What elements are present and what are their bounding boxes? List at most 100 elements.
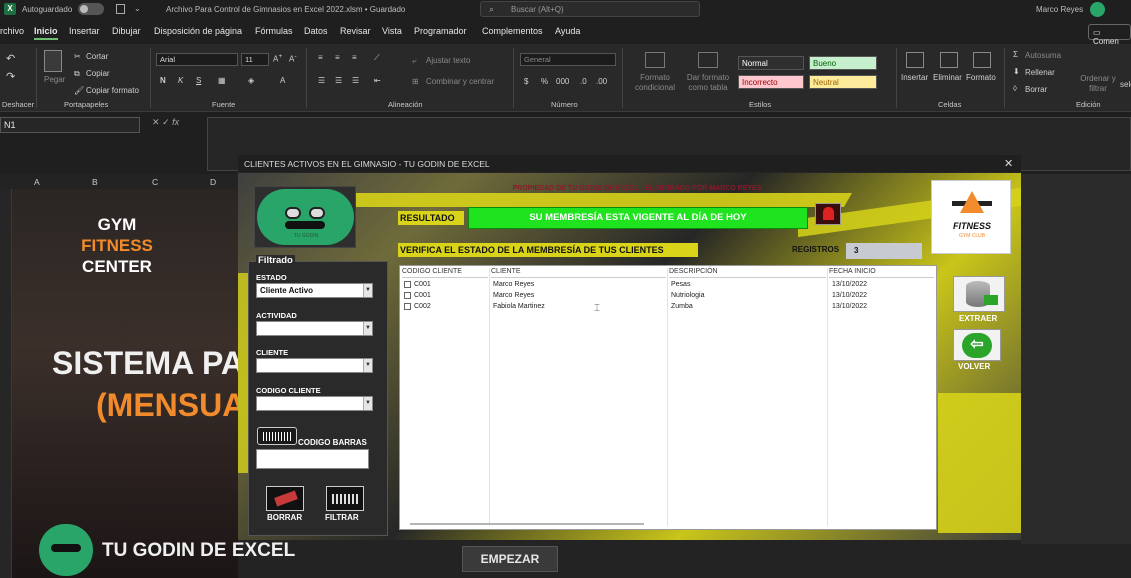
tab-vista[interactable]: Vista [382,26,402,36]
back-arrow-icon[interactable]: ⇦ [953,329,1001,361]
column-header[interactable]: D [210,177,216,187]
column-header[interactable]: B [92,177,98,187]
close-icon[interactable]: ✕ [1004,157,1013,170]
name-box[interactable]: N1 [0,117,140,133]
decrease-decimal-icon[interactable]: .00 [596,77,607,86]
tab-revisar[interactable]: Revisar [340,26,371,36]
tab-inicio[interactable]: Inicio [34,26,58,40]
table-row[interactable]: C002 Fabiola Martinez Zumba 13/10/2022 [400,302,936,313]
insert-cells-button[interactable]: Insertar [901,73,928,82]
autosum-button[interactable]: Autosuma [1025,51,1061,60]
alarm-icon[interactable] [815,203,841,225]
barcode-icon[interactable] [257,427,297,445]
clear-icon[interactable]: ◊ [1013,84,1017,93]
actividad-select[interactable]: ▼ [256,321,373,336]
align-left-icon[interactable]: ☰ [318,76,325,85]
cut-button[interactable]: Cortar [86,52,108,61]
cancel-icon[interactable]: ✕ [152,117,160,127]
merge-center-button[interactable]: Combinar y centrar [426,77,494,86]
copy-icon[interactable]: ⧉ [74,69,80,79]
conditional-format-icon[interactable] [645,52,665,68]
row-checkbox[interactable] [404,303,411,310]
delete-cells-button[interactable]: Eliminar [933,73,962,82]
italic-button[interactable]: K [178,76,183,85]
paste-label[interactable]: Pegar [44,75,65,84]
table-row[interactable]: C001 Marco Reyes Nutriologia 13/10/2022 [400,291,936,302]
tab-dibujar[interactable]: Dibujar [112,26,141,36]
back-button[interactable]: VOLVER [958,362,990,371]
row-checkbox[interactable] [404,281,411,288]
estado-select[interactable]: Cliente Activo ▼ [256,283,373,298]
chevron-down-icon[interactable]: ▼ [363,397,372,410]
align-right-icon[interactable]: ☰ [352,76,359,85]
merge-icon[interactable]: ⊞ [412,77,419,86]
number-format-select[interactable]: General [520,53,616,66]
chevron-down-icon[interactable]: ▼ [363,359,372,372]
style-bueno[interactable]: Bueno [809,56,877,70]
style-normal[interactable]: Normal [738,56,804,70]
apply-filter-button[interactable]: FILTRAR [325,513,359,522]
thousands-icon[interactable]: 000 [556,77,569,86]
tab-formulas[interactable]: Fórmulas [255,26,293,36]
database-icon[interactable] [953,276,1005,312]
clear-filter-button[interactable]: BORRAR [267,513,302,522]
align-center-icon[interactable]: ☰ [335,76,342,85]
horizontal-scrollbar[interactable] [410,523,644,525]
search-box[interactable]: ⌕ Buscar (Alt+Q) [480,1,700,17]
column-header[interactable]: A [34,177,40,187]
style-neutral[interactable]: Neutral [809,75,877,89]
copy-button[interactable]: Copiar [86,69,110,78]
enter-icon[interactable]: ✓ [162,117,170,127]
underline-button[interactable]: S [196,76,201,85]
tab-datos[interactable]: Datos [304,26,328,36]
borders-icon[interactable]: ▦ [218,76,226,85]
font-shrink-icon[interactable]: A- [289,53,297,64]
percent-button[interactable]: % [541,77,548,86]
fill-color-icon[interactable]: ◈ [248,76,254,85]
tab-disposicion[interactable]: Disposición de página [154,26,242,36]
tab-insertar[interactable]: Insertar [69,26,100,36]
fill-icon[interactable]: ⬇ [1013,67,1020,76]
column-header[interactable]: C [152,177,158,187]
start-button[interactable]: EMPEZAR [462,546,558,572]
bold-button[interactable]: N [160,76,166,85]
tab-archivo[interactable]: rchivo [0,26,24,36]
delete-cells-icon[interactable] [940,52,958,68]
save-icon[interactable] [116,4,125,14]
tab-ayuda[interactable]: Ayuda [555,26,580,36]
insert-cells-icon[interactable] [906,52,924,68]
font-color-icon[interactable]: A [280,76,285,85]
filter-icon[interactable] [326,486,364,511]
increase-decimal-icon[interactable]: .0 [580,77,587,86]
cliente-select[interactable]: ▼ [256,358,373,373]
align-middle-icon[interactable]: ≡ [335,53,340,62]
paste-icon[interactable] [44,50,62,72]
customize-qat-icon[interactable]: ⌄ [134,4,141,13]
clear-button[interactable]: Borrar [1025,85,1047,94]
eraser-icon[interactable] [266,486,304,511]
wrap-text-button[interactable]: Ajustar texto [426,56,470,65]
align-bottom-icon[interactable]: ≡ [352,53,357,62]
font-grow-icon[interactable]: A+ [273,53,282,64]
wrap-text-icon[interactable]: ⤶ [412,56,416,66]
font-size-select[interactable]: 11 [241,53,269,66]
autosum-icon[interactable]: Σ [1013,50,1018,59]
font-name-select[interactable]: Arial [156,53,238,66]
conditional-format-button[interactable]: Formato condicional [630,73,680,93]
redo-icon[interactable]: ↷ [6,70,15,83]
indent-icon[interactable]: ⇤ [374,76,381,85]
format-painter-icon[interactable]: 🖌 [74,86,84,95]
select-button[interactable]: selec [1120,80,1131,89]
row-checkbox[interactable] [404,292,411,299]
format-painter-button[interactable]: Copiar formato [86,86,139,95]
autosave-toggle[interactable] [78,3,104,15]
table-row[interactable]: C001 Marco Reyes Pesas 13/10/2022 [400,280,936,291]
style-incorrecto[interactable]: Incorrecto [738,75,804,89]
format-cells-icon[interactable] [973,52,991,68]
chevron-down-icon[interactable]: ▼ [363,322,372,335]
undo-icon[interactable]: ↶ [6,52,15,65]
currency-button[interactable]: $ [524,77,528,86]
clients-listbox[interactable]: CODIGO CLIENTE CLIENTE DESCRIPCIÓN FECHA… [399,265,937,530]
comments-button[interactable]: ▭ Comen [1088,24,1131,46]
cut-icon[interactable]: ✂ [74,52,81,61]
